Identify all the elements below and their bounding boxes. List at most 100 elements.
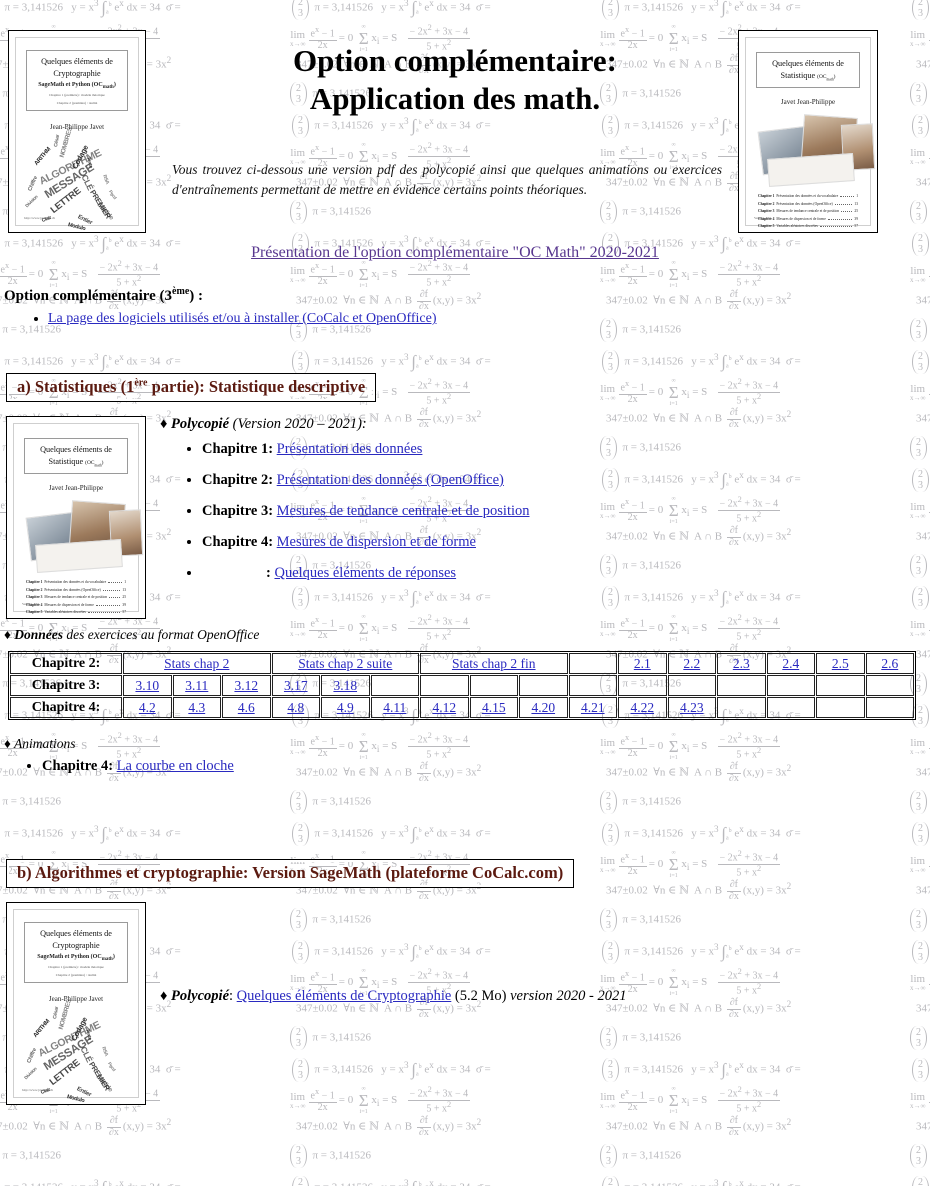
table-cell-link[interactable]: 4.12 [420, 697, 469, 718]
table-cell-link[interactable]: 2.4 [766, 653, 815, 674]
toc-text: Présentation des données et du vocabulai… [776, 194, 839, 198]
list-item: Chapitre 4: La courbe en cloche [42, 758, 930, 775]
cover-thumbnail-cryptographie[interactable]: Quelques éléments de Cryptographie SageM… [8, 30, 146, 233]
table-cell-link[interactable]: Stats chap 2 suite [271, 653, 419, 674]
toc-page: 13 [122, 587, 126, 592]
table-cell-link[interactable]: 4.2 [123, 697, 172, 718]
exercise-link[interactable]: 2.4 [782, 656, 799, 671]
table-cell-link[interactable]: 2.6 [865, 653, 914, 674]
exercise-link[interactable]: 4.11 [383, 700, 406, 715]
exercise-link[interactable]: 4.2 [139, 700, 156, 715]
toc-line: Chapitre 5 Variables aléatoires discrètes… [26, 610, 126, 614]
exercise-link[interactable]: 4.6 [238, 700, 255, 715]
chapter-link[interactable]: Mesures de tendance centrale et de posit… [277, 503, 530, 519]
table-cell-link[interactable]: 4.22 [618, 697, 667, 718]
toc-dots [819, 225, 853, 228]
exercise-link[interactable]: Stats chap 2 [164, 656, 229, 671]
exercise-link[interactable]: Stats chap 2 suite [298, 656, 392, 671]
watermark-tile: 23 π = 3,141526 y = x3 ∫ab ex dx = 34 σ̄… [290, 1170, 600, 1186]
diamond-bullet-icon: ♦ [4, 627, 11, 642]
exercise-link[interactable]: 4.20 [531, 700, 555, 715]
table-cell-link[interactable]: 4.15 [469, 697, 518, 718]
toc-dots [841, 210, 853, 213]
list-item: La page des logiciels utilisés et/ou à i… [48, 311, 930, 327]
table-cell-empty [370, 675, 419, 696]
exercise-link[interactable]: 2.3 [733, 656, 750, 671]
presentation-link[interactable]: Présentation de l'option complémentaire … [251, 244, 659, 261]
polycopie-label: Polycopié [171, 416, 230, 432]
table-cell-link[interactable]: 4.8 [271, 697, 320, 718]
exercises-table: Chapitre 2: Stats chap 2 Stats chap 2 suit… [8, 651, 916, 720]
table-cell-link[interactable]: 4.6 [222, 697, 271, 718]
table-cell-link[interactable]: 3.11 [172, 675, 221, 696]
cover-thumbnail-statistique-top[interactable]: Quelques éléments de Statistique (OCmath… [738, 30, 878, 233]
exercise-link[interactable]: 2.2 [683, 656, 700, 671]
page-title: Option complémentaire: Application des m… [165, 42, 745, 118]
table-cell-link[interactable]: 3.17 [271, 675, 320, 696]
chapter-link[interactable]: Présentation des données (OpenOffice) [277, 472, 504, 488]
toc-dots [834, 203, 853, 205]
table-cell-empty [865, 675, 914, 696]
table-cell-link[interactable]: 4.11 [370, 697, 419, 718]
polycopie-version: version 2020 - 2021 [510, 988, 627, 1004]
table-row-header: Chapitre 4: [10, 697, 122, 718]
exercise-link[interactable]: 2.6 [881, 656, 898, 671]
exercise-link[interactable]: 4.22 [630, 700, 654, 715]
table-cell-link[interactable]: 3.12 [222, 675, 271, 696]
table-cell-link[interactable]: 4.3 [172, 697, 221, 718]
watermark-tile: 23 π = 3,141526 y = x3 ∫ab ex dx = 34 σ̄… [910, 1170, 930, 1186]
table-cell-link[interactable]: Stats chap 2 fin [420, 653, 568, 674]
exercise-link[interactable]: 3.10 [135, 678, 159, 693]
donnees-label: Données [14, 627, 64, 642]
chapter-list: Chapitre 1: Présentation des donnéesChap… [160, 441, 930, 582]
cover-thumbnail-cryptographie-bottom[interactable]: Quelques éléments de Cryptographie SageM… [6, 902, 146, 1105]
chapter-link[interactable]: Mesures de dispersion et de forme [277, 534, 476, 550]
toc-text: Quelques lois discrètes [776, 232, 809, 233]
cryptographie-pdf-link[interactable]: Quelques éléments de Cryptographie [237, 988, 452, 1004]
table-cell-link[interactable]: 2.3 [717, 653, 766, 674]
exercise-link[interactable]: 3.11 [185, 678, 208, 693]
toc-page: 39 [854, 216, 858, 221]
toc-chapter: Chapitre 1 [758, 194, 775, 198]
section-b-heading-text: b) Algorithmes et cryptographie: Version… [17, 863, 564, 882]
exercise-link[interactable]: 2.5 [832, 656, 849, 671]
logiciels-link[interactable]: La page des logiciels utilisés et/ou à i… [48, 311, 437, 326]
table-cell-link[interactable]: 4.9 [321, 697, 370, 718]
table-cell-link[interactable]: Stats chap 2 [123, 653, 271, 674]
exercise-link[interactable]: 4.3 [188, 700, 205, 715]
exercise-link[interactable]: 4.23 [680, 700, 704, 715]
exercise-link[interactable]: 4.12 [432, 700, 456, 715]
chapter-link[interactable]: Présentation des données [277, 441, 423, 457]
polycopie-filesize: (5.2 Mo) [454, 988, 507, 1004]
exercise-link[interactable]: 3.17 [284, 678, 308, 693]
cover-title-line1: Quelques éléments de [40, 929, 112, 938]
table-cell-link[interactable]: 3.18 [321, 675, 370, 696]
table-cell-link[interactable]: 2.1 [618, 653, 667, 674]
exercise-link[interactable]: 4.9 [337, 700, 354, 715]
table-cell-link[interactable]: 3.10 [123, 675, 172, 696]
cover-thumbnail-statistique-mid[interactable]: Quelques éléments de Statistique (OCmath… [6, 416, 146, 619]
table-cell-link[interactable]: 2.5 [816, 653, 865, 674]
table-cell-empty [469, 675, 518, 696]
table-cell-link[interactable]: 2.2 [667, 653, 716, 674]
toc-page: 25 [854, 209, 858, 214]
exercise-link[interactable]: 2.1 [634, 656, 651, 671]
cover-author: Javet Jean-Philippe [48, 483, 104, 492]
table-cell-link[interactable]: 4.20 [519, 697, 568, 718]
exercise-link[interactable]: 4.21 [581, 700, 605, 715]
table-cell-link[interactable]: 4.23 [667, 697, 716, 718]
table-cell-empty [618, 675, 667, 696]
cover-smallline-1: Chapitre 1 (première) : modèle théorique [49, 92, 105, 97]
exercise-link[interactable]: 3.12 [234, 678, 258, 693]
chapter-link[interactable]: Quelques éléments de réponses [274, 565, 456, 581]
exercise-link[interactable]: 4.15 [482, 700, 506, 715]
animation-link-courbe-en-cloche[interactable]: La courbe en cloche [117, 758, 234, 774]
exercise-link[interactable]: Stats chap 2 fin [452, 656, 536, 671]
exercise-link[interactable]: 3.18 [333, 678, 357, 693]
table-cell-empty [865, 697, 914, 718]
toc-line: Chapitre 2 Présentation des données (Open… [758, 202, 858, 206]
wordcloud-word: Division [24, 194, 39, 209]
exercise-link[interactable]: 4.8 [287, 700, 304, 715]
table-cell-link[interactable]: 4.21 [568, 697, 617, 718]
section-a-heading-box: a) Statistiques (1ère partie): Statistiq… [6, 373, 377, 402]
